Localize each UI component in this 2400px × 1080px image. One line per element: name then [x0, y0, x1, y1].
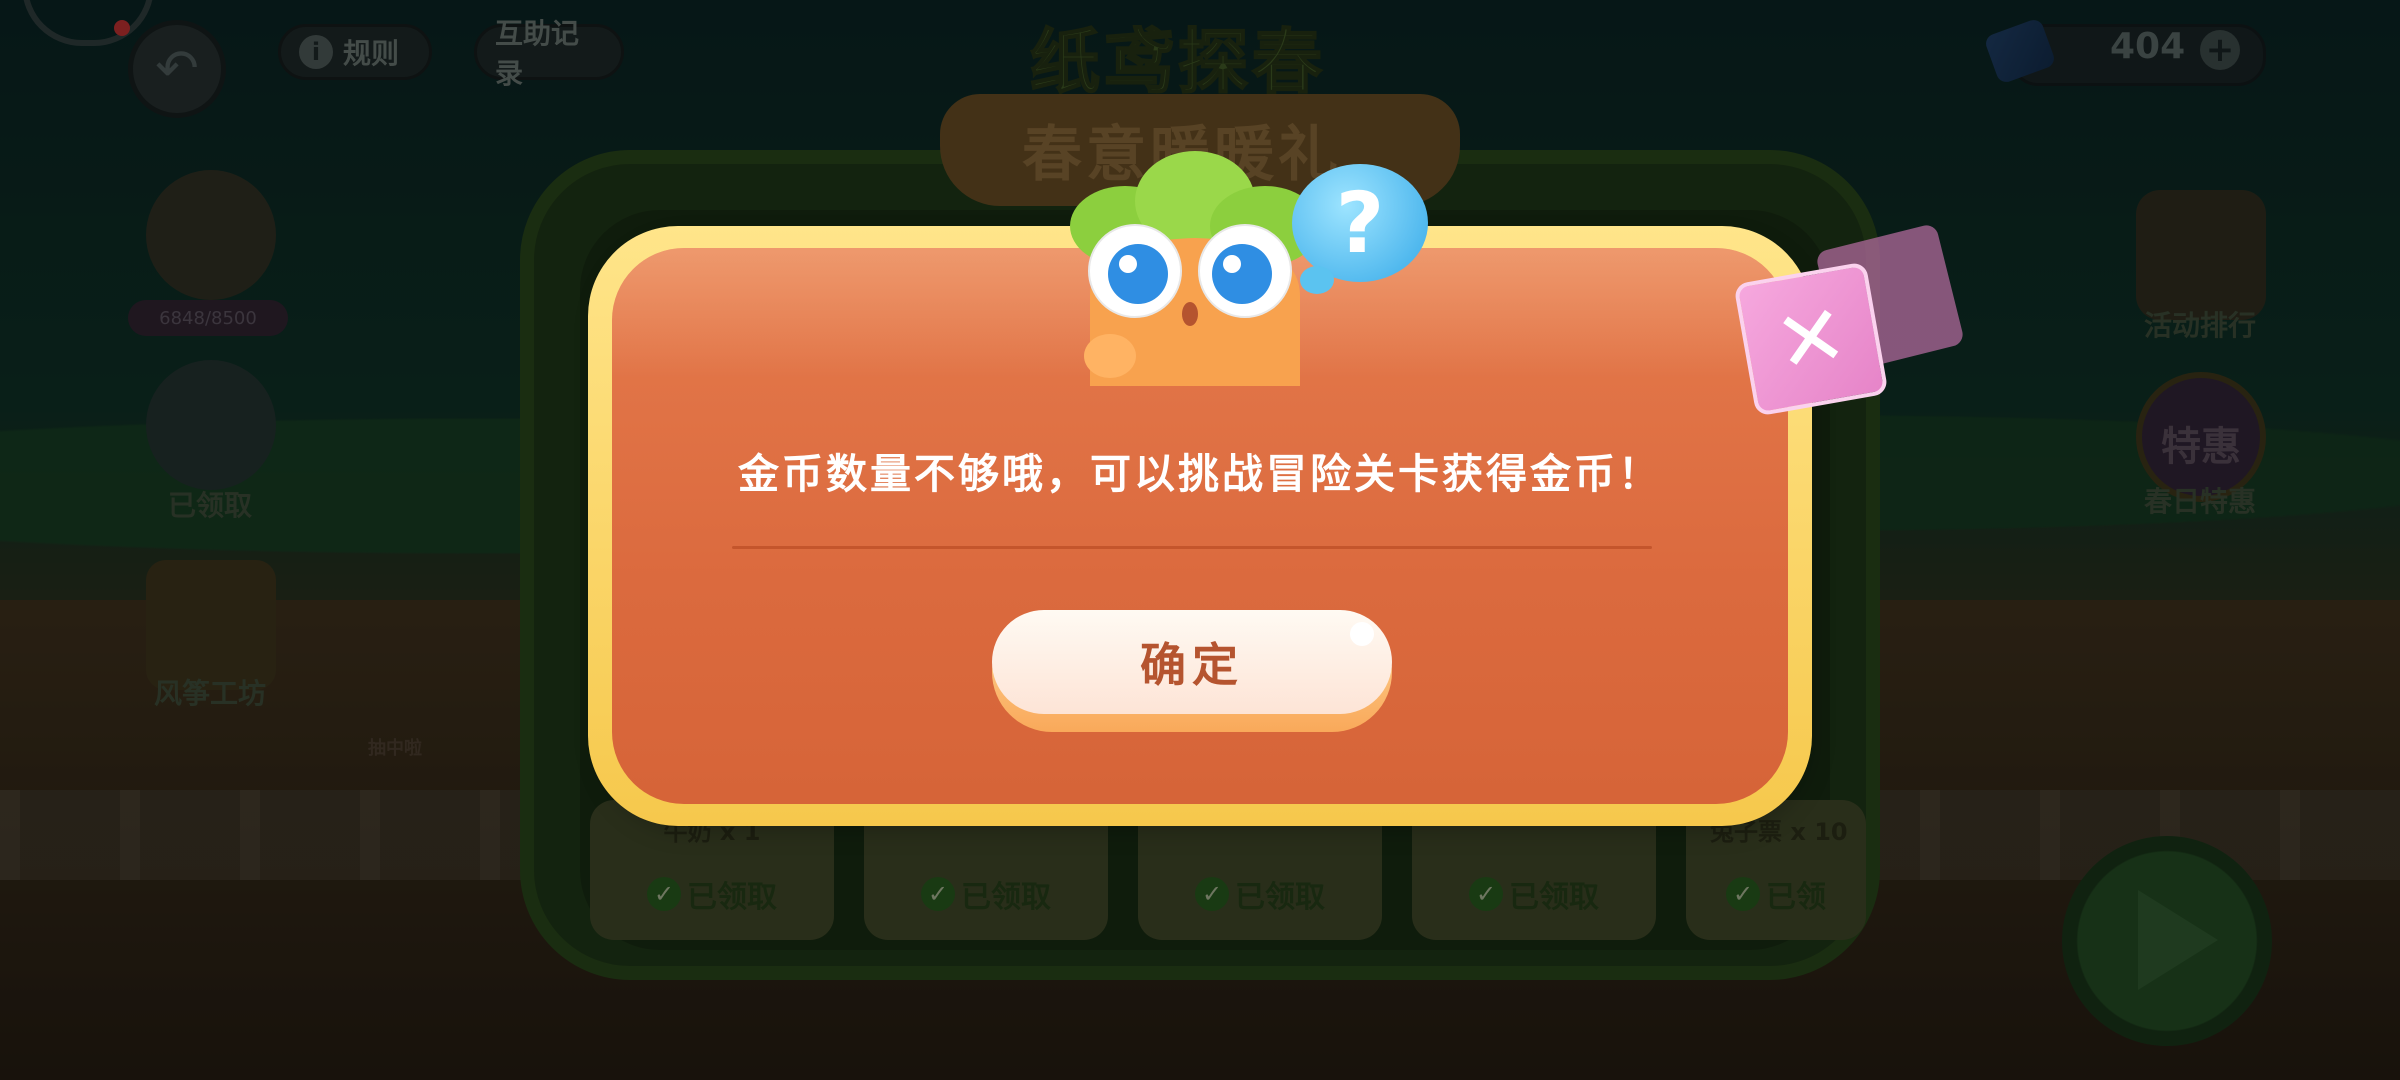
confirm-shine	[1350, 622, 1374, 646]
dialog-divider	[732, 546, 1652, 549]
bubble-tail	[1300, 266, 1334, 294]
question-bubble-icon: ?	[1292, 164, 1428, 282]
close-icon: ✕	[1767, 284, 1855, 394]
confirm-button[interactable]: 确定	[992, 610, 1392, 714]
dialog-message: 金币数量不够哦，可以挑战冒险关卡获得金币！	[738, 450, 1662, 498]
close-button[interactable]: ✕	[1733, 261, 1889, 417]
